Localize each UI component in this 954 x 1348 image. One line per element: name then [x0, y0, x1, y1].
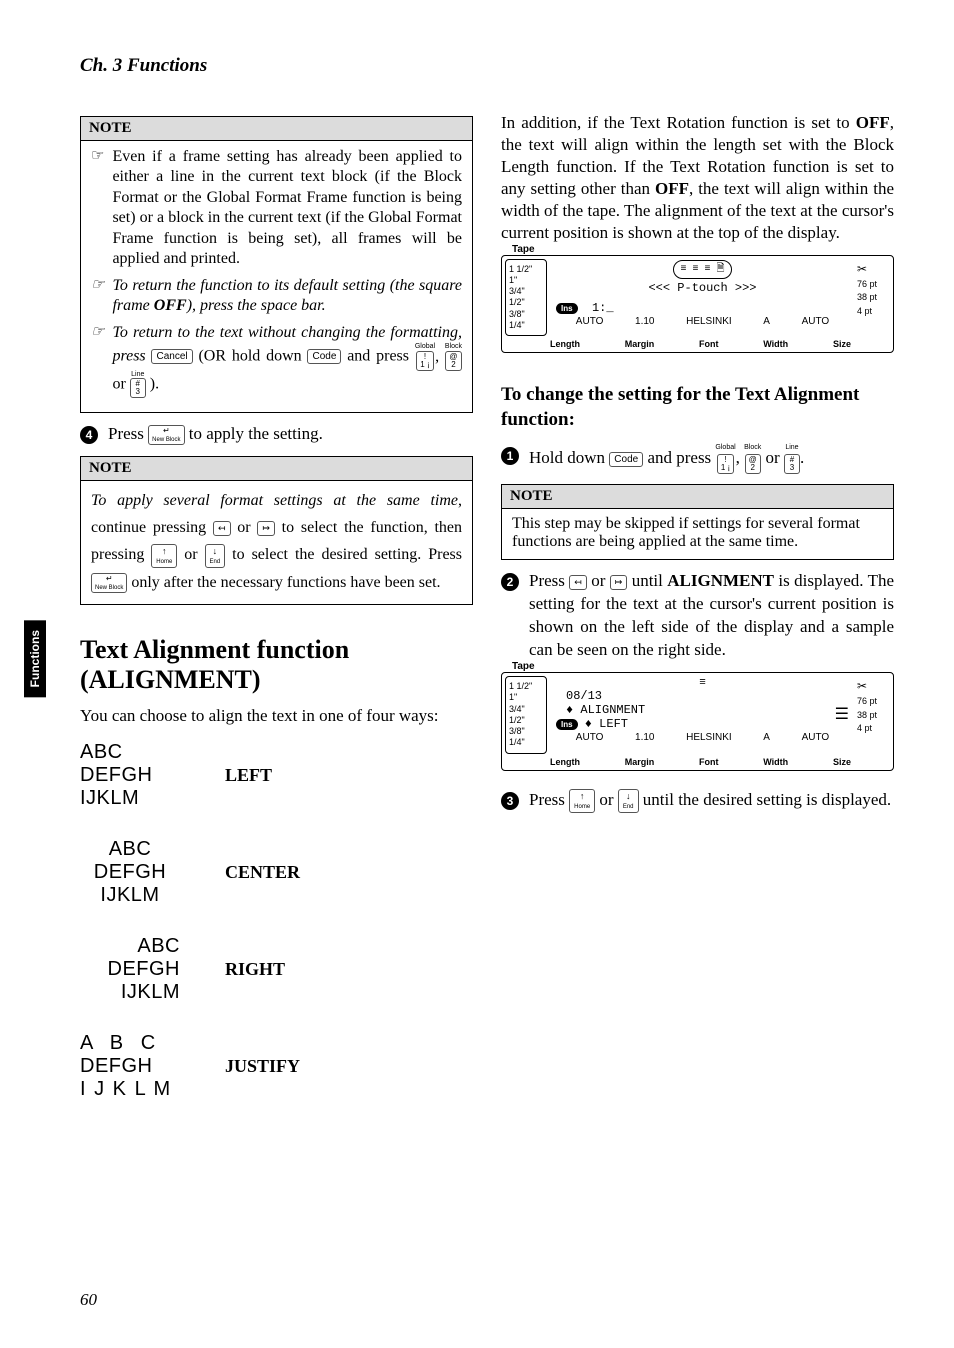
enter-key: ↵New Block — [148, 425, 184, 445]
home-up-key: ↑Home — [569, 789, 595, 813]
intro-text: You can choose to align the text in one … — [80, 705, 473, 727]
note-item-text: Even if a frame setting has already been… — [112, 147, 462, 270]
right-column: In addition, if the Text Rotation functi… — [501, 112, 894, 1129]
note-item-text: To return the function to its default se… — [112, 276, 462, 317]
ins-badge: Ins — [556, 719, 578, 730]
end-down-key: ↓End — [205, 544, 226, 568]
display-screenshot-2: Tape 1 1/2"1"3/4"1/2"3/8"1/4" ≡ 08/13 ♦ … — [501, 672, 894, 771]
enter-key: ↵New Block — [91, 573, 127, 593]
key-2: @2 — [745, 454, 761, 474]
key-3: #3 — [784, 454, 800, 474]
display-screenshot-1: Tape 1 1/2"1"3/4"1/2"3/8"1/4" ≡ ≡ ≡ 🗎 <<… — [501, 255, 894, 354]
header-icon: ≡ ≡ ≡ 🗎 — [673, 260, 731, 279]
page-number: 60 — [80, 1290, 97, 1310]
pointing-hand-icon: ☞ — [91, 276, 104, 317]
right-arrow-key: ↦ — [610, 575, 628, 590]
align-sample-left: ABCDEFGHIJKLM — [80, 741, 180, 810]
step-1: 1 Hold down Code and press Global!1 ¡, B… — [501, 444, 894, 474]
step-number-icon: 1 — [501, 447, 519, 465]
tape-size-list: 1 1/2"1"3/4"1/2"3/8"1/4" — [505, 676, 547, 754]
intro-paragraph: In addition, if the Text Rotation functi… — [501, 112, 894, 245]
side-tab-functions: Functions — [24, 620, 46, 697]
home-up-key: ↑Home — [151, 544, 177, 568]
step-4: 4 Press ↵New Block to apply the setting. — [80, 423, 473, 446]
right-arrow-key: ↦ — [257, 521, 275, 536]
align-label: CENTER — [225, 862, 300, 883]
step-number-icon: 2 — [501, 573, 519, 591]
alignment-examples: ABCDEFGHIJKLM LEFT ABCDEFGHIJKLM CENTER … — [80, 741, 473, 1101]
note-item-text: To return to the text without changing t… — [112, 323, 462, 398]
align-sample-justify: A B CDEFGHI J K L M — [80, 1032, 180, 1101]
scissors-icon: ✂ — [857, 262, 867, 276]
ins-badge: Ins — [556, 303, 578, 314]
left-arrow-key: ↤ — [569, 575, 587, 590]
tape-size-list: 1 1/2"1"3/4"1/2"3/8"1/4" — [505, 259, 547, 337]
section-title: Text Alignment function (ALIGNMENT) — [80, 635, 473, 695]
scissors-icon: ✂ — [857, 679, 867, 693]
left-arrow-key: ↤ — [213, 521, 231, 536]
note-box-2: NOTE To apply several format settings at… — [80, 456, 473, 605]
align-label: RIGHT — [225, 959, 285, 980]
subheading: To change the setting for the Text Align… — [501, 383, 894, 432]
align-label: JUSTIFY — [225, 1056, 300, 1077]
note-header: NOTE — [81, 457, 472, 481]
align-sample-center: ABCDEFGHIJKLM — [80, 838, 180, 907]
pointing-hand-icon: ☞ — [91, 147, 104, 270]
end-down-key: ↓End — [618, 789, 639, 813]
align-label: LEFT — [225, 765, 272, 786]
pointing-hand-icon: ☞ — [91, 323, 104, 398]
align-sample-right: ABCDEFGHIJKLM — [80, 935, 180, 1004]
code-key: Code — [609, 452, 643, 467]
step-number-icon: 3 — [501, 792, 519, 810]
note-box-3: NOTE This step may be skipped if setting… — [501, 484, 894, 560]
chapter-header: Ch. 3 Functions — [80, 55, 894, 77]
key-1: !1 ¡ — [717, 454, 734, 474]
note-header: NOTE — [502, 485, 893, 509]
note-box-1: NOTE ☞ Even if a frame setting has alrea… — [80, 116, 473, 413]
key-2: @2 — [445, 351, 461, 371]
preview-icon: ☰ — [835, 703, 849, 727]
key-3: #3 — [130, 378, 146, 398]
cancel-key: Cancel — [151, 349, 192, 364]
step-3: 3 Press ↑Home or ↓End until the desired … — [501, 789, 894, 813]
code-key: Code — [307, 349, 341, 364]
note-header: NOTE — [81, 117, 472, 141]
left-column: NOTE ☞ Even if a frame setting has alrea… — [80, 112, 473, 1129]
step-number-icon: 4 — [80, 426, 98, 444]
key-1: !1 ¡ — [416, 351, 433, 371]
step-2: 2 Press ↤ or ↦ until ALIGNMENT is displa… — [501, 570, 894, 662]
note-body: This step may be skipped if settings for… — [502, 509, 893, 559]
